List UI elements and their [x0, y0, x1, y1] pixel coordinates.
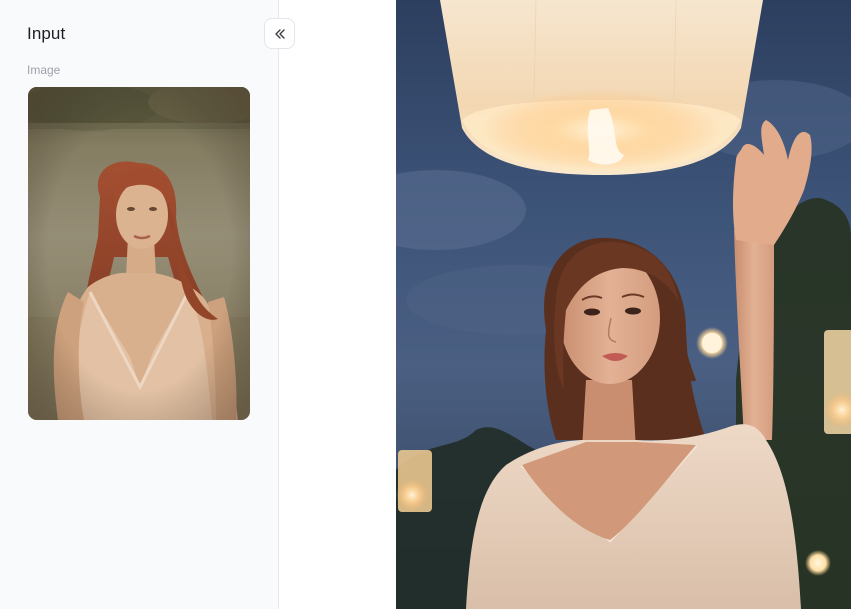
input-photo	[28, 87, 250, 420]
collapse-panel-button[interactable]	[264, 18, 295, 49]
output-image[interactable]	[396, 0, 851, 609]
chevrons-left-icon	[274, 28, 285, 39]
input-panel: Input Image	[0, 0, 279, 609]
spacer	[279, 0, 396, 609]
input-image-thumbnail[interactable]	[28, 87, 250, 420]
image-field-label: Image	[27, 63, 61, 77]
output-photo	[396, 0, 851, 609]
panel-title: Input	[27, 24, 66, 43]
